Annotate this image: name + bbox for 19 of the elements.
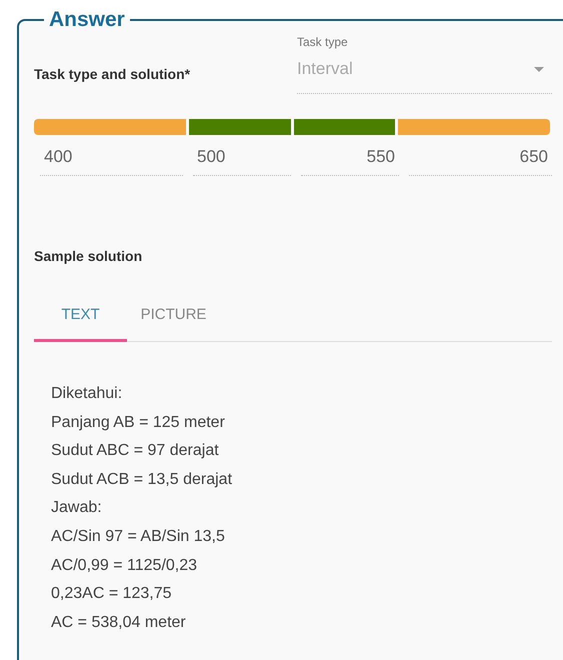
- panel-title: Answer: [48, 8, 126, 32]
- solution-line: Panjang AB = 125 meter: [51, 412, 226, 433]
- solution-line: Diketahui:: [51, 384, 124, 404]
- section-title: Sample solution: [34, 248, 144, 264]
- tab[interactable]: TEXT: [34, 306, 127, 342]
- field-label: Task type and solution*: [34, 66, 192, 82]
- bound-field[interactable]: 500: [193, 144, 291, 176]
- caret-icon: [534, 67, 544, 72]
- bound-field[interactable]: 650: [409, 144, 552, 176]
- solution-line: AC/0,99 = 1125/0,23: [51, 556, 198, 576]
- solution-line: 0,23AC = 123,75: [51, 584, 173, 604]
- solution-line: AC = 538,04 meter: [51, 612, 187, 633]
- bound-field[interactable]: 400: [40, 144, 183, 176]
- bound-field[interactable]: 550: [301, 144, 399, 176]
- tab[interactable]: PICTURE: [127, 306, 220, 342]
- solution-line: Jawab:: [51, 498, 103, 518]
- solution-line: AC/Sin 97 = AB/Sin 13,5: [51, 526, 226, 547]
- solution-line: Sudut ACB = 13,5 derajat: [51, 470, 234, 490]
- solution-line: Sudut ABC = 97 derajat: [51, 441, 220, 462]
